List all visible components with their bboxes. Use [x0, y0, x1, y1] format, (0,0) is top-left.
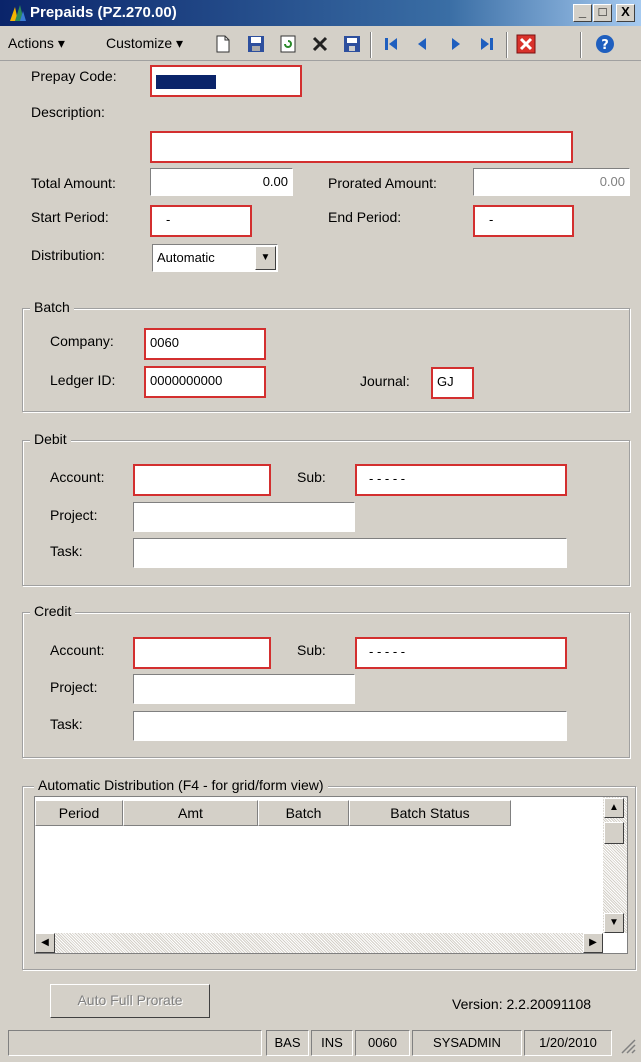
- delete-icon[interactable]: [309, 33, 331, 55]
- distribution-label: Distribution:: [31, 247, 105, 263]
- journal-input[interactable]: GJ: [431, 367, 474, 399]
- horizontal-scrollbar[interactable]: [35, 933, 603, 953]
- end-period-label: End Period:: [328, 209, 402, 225]
- automatic-distribution-title: Automatic Distribution (F4 - for grid/fo…: [34, 776, 328, 794]
- scroll-left-icon[interactable]: ◀: [35, 933, 55, 953]
- company-input[interactable]: 0060: [144, 328, 266, 360]
- status-ins: INS: [311, 1030, 353, 1056]
- status-date: 1/20/2010: [524, 1030, 612, 1056]
- credit-project-input[interactable]: [133, 674, 355, 704]
- prepay-code-label: Prepay Code:: [31, 68, 117, 84]
- refresh-icon[interactable]: [277, 33, 299, 55]
- new-icon[interactable]: [212, 33, 234, 55]
- batch-group-title: Batch: [30, 298, 74, 316]
- maximize-button[interactable]: □: [593, 4, 612, 22]
- debit-sub-input[interactable]: - - - - -: [355, 464, 567, 496]
- scroll-up-icon[interactable]: ▲: [604, 798, 624, 818]
- close-button[interactable]: X: [616, 4, 635, 22]
- total-amount-input[interactable]: 0.00: [150, 168, 293, 196]
- toolbar-separator: [370, 32, 372, 58]
- prepay-code-input[interactable]: [150, 65, 302, 97]
- grid-header-batch[interactable]: Batch: [258, 800, 349, 826]
- debit-project-input[interactable]: [133, 502, 355, 532]
- close-screen-icon[interactable]: [515, 33, 537, 55]
- debit-sub-label: Sub:: [297, 469, 326, 485]
- grid-header-period[interactable]: Period: [35, 800, 123, 826]
- toolbar-separator: [580, 32, 582, 58]
- prorated-amount-input[interactable]: 0.00: [473, 168, 630, 196]
- credit-task-input[interactable]: [133, 711, 567, 741]
- window-title: Prepaids (PZ.270.00): [30, 4, 177, 21]
- grid-header-batch-status[interactable]: Batch Status: [349, 800, 511, 826]
- save-icon[interactable]: [245, 33, 267, 55]
- caret-down-icon: ▾: [176, 35, 184, 51]
- credit-group-title: Credit: [30, 602, 76, 620]
- last-record-icon[interactable]: [476, 33, 498, 55]
- help-icon[interactable]: ?: [594, 33, 616, 55]
- debit-task-input[interactable]: [133, 538, 567, 568]
- actions-menu[interactable]: Actions ▾: [8, 34, 65, 52]
- first-record-icon[interactable]: [380, 33, 402, 55]
- scroll-thumb[interactable]: [604, 822, 624, 844]
- credit-project-label: Project:: [50, 679, 98, 695]
- chevron-down-icon[interactable]: ▼: [255, 246, 276, 270]
- toolbar-separator: [506, 32, 508, 58]
- debit-task-label: Task:: [50, 543, 83, 559]
- status-user: SYSADMIN: [412, 1030, 522, 1056]
- credit-task-label: Task:: [50, 716, 83, 732]
- customize-menu-label: Customize: [106, 35, 173, 51]
- total-amount-label: Total Amount:: [31, 175, 116, 191]
- debit-account-input[interactable]: [133, 464, 271, 496]
- credit-account-input[interactable]: [133, 637, 271, 669]
- description-input[interactable]: [150, 131, 573, 163]
- credit-sub-input[interactable]: - - - - -: [355, 637, 567, 669]
- prorated-amount-label: Prorated Amount:: [328, 175, 437, 191]
- ledger-id-label: Ledger ID:: [50, 372, 116, 388]
- distribution-value: Automatic: [157, 250, 215, 265]
- start-period-label: Start Period:: [31, 209, 109, 225]
- status-company: 0060: [355, 1030, 410, 1056]
- ledger-id-input[interactable]: 0000000000: [144, 366, 266, 398]
- previous-record-icon[interactable]: [412, 33, 434, 55]
- debit-account-label: Account:: [50, 469, 105, 485]
- customize-menu[interactable]: Customize ▾: [106, 34, 183, 52]
- next-record-icon[interactable]: [444, 33, 466, 55]
- resize-grip-icon[interactable]: [618, 1036, 636, 1054]
- scroll-right-icon[interactable]: ▶: [583, 933, 603, 953]
- text-selection-highlight: [156, 75, 216, 89]
- start-period-input[interactable]: -: [150, 205, 252, 237]
- credit-account-label: Account:: [50, 642, 105, 658]
- caret-down-icon: ▾: [57, 35, 65, 51]
- batch-group: [22, 308, 630, 412]
- svg-text:?: ?: [601, 38, 609, 53]
- debit-group-title: Debit: [30, 430, 71, 448]
- grid-header-amt[interactable]: Amt: [123, 800, 258, 826]
- version-text: Version: 2.2.20091108: [452, 996, 592, 1012]
- end-period-input[interactable]: -: [473, 205, 574, 237]
- minimize-button[interactable]: _: [573, 4, 592, 22]
- auto-full-prorate-button[interactable]: Auto Full Prorate: [50, 984, 210, 1018]
- save-all-icon[interactable]: [341, 33, 363, 55]
- company-label: Company:: [50, 333, 114, 349]
- status-message: [8, 1030, 262, 1056]
- debit-project-label: Project:: [50, 507, 98, 523]
- app-logo-icon: [10, 5, 26, 21]
- description-label: Description:: [31, 104, 105, 120]
- scroll-down-icon[interactable]: ▼: [604, 913, 624, 933]
- journal-label: Journal:: [360, 373, 410, 389]
- credit-sub-label: Sub:: [297, 642, 326, 658]
- status-bas: BAS: [266, 1030, 309, 1056]
- actions-menu-label: Actions: [8, 35, 54, 51]
